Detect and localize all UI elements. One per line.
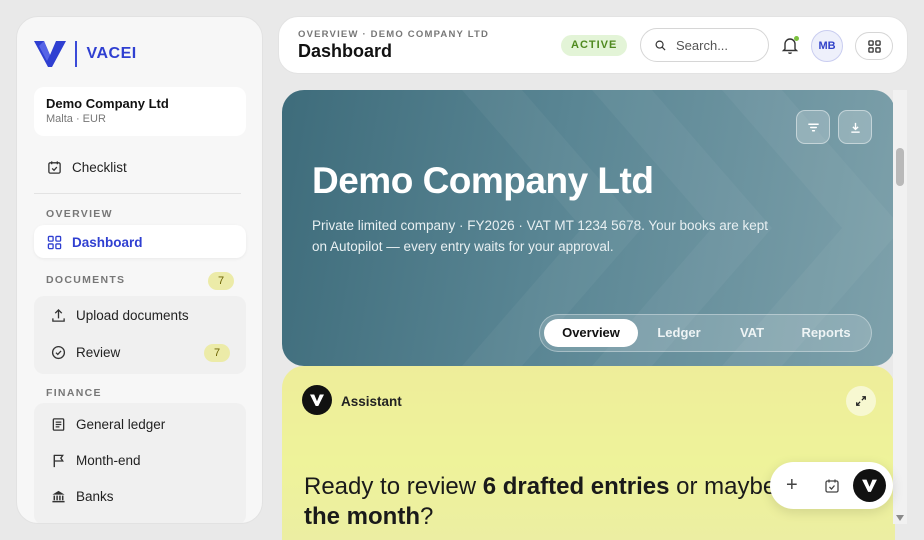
tab-reports[interactable]: Reports <box>790 319 862 347</box>
sidebar-item-label: Review <box>76 344 121 360</box>
sidebar-item-label: Banks <box>76 488 114 504</box>
download-icon <box>850 122 860 133</box>
ledger-icon <box>50 416 66 432</box>
sidebar-item-review[interactable]: Review <box>50 344 120 360</box>
company-meta: Malta · EUR <box>46 113 106 125</box>
expand-icon <box>856 396 866 406</box>
check-circle-icon <box>50 344 66 360</box>
message-text: ? <box>419 503 434 530</box>
download-button[interactable] <box>838 110 872 144</box>
sidebar-item-upload-documents[interactable]: Upload documents <box>50 307 189 323</box>
search-box[interactable] <box>640 28 769 62</box>
apps-menu-button[interactable] <box>855 32 893 60</box>
brand-name: VACEI <box>86 45 137 62</box>
sidebar-item-label: Checklist <box>72 159 127 175</box>
top-header: OVERVIEW · DEMO COMPANY LTD Dashboard AC… <box>278 16 908 74</box>
section-label-documents: DOCUMENTS <box>46 274 126 286</box>
checklist-icon <box>46 159 62 175</box>
search-icon <box>655 40 666 51</box>
logo-separator <box>75 41 77 67</box>
flag-icon <box>50 452 66 468</box>
vacei-logo-icon <box>862 479 877 492</box>
search-input[interactable] <box>676 37 756 53</box>
vacei-logo-icon <box>310 394 324 406</box>
grid-icon <box>46 234 62 250</box>
page-title: Dashboard <box>298 41 393 61</box>
sidebar-item-label: General ledger <box>76 416 166 432</box>
assistant-label: Assistant <box>341 394 402 409</box>
documents-count-badge: 7 <box>208 272 234 290</box>
filter-icon <box>807 123 819 131</box>
sidebar-item-label: Upload documents <box>76 307 189 323</box>
company-name: Demo Company Ltd <box>46 96 169 111</box>
notification-dot <box>794 36 799 41</box>
upload-icon <box>50 307 66 323</box>
section-label-finance: FINANCE <box>46 387 102 399</box>
company-hero-card: Demo Company Ltd Private limited company… <box>282 90 895 366</box>
sidebar-item-label: Month-end <box>76 452 141 468</box>
sidebar-item-banks[interactable]: Banks <box>50 488 114 504</box>
assistant-avatar <box>302 385 332 415</box>
notifications-button[interactable] <box>781 35 799 55</box>
tab-overview[interactable]: Overview <box>544 319 638 347</box>
message-highlight: 6 drafted entries <box>482 473 670 500</box>
calendar-icon[interactable] <box>824 478 840 494</box>
floating-actions: + <box>770 462 893 509</box>
sidebar-divider <box>34 193 241 194</box>
sidebar-item-month-end[interactable]: Month-end <box>50 452 141 468</box>
hero-tabs: Overview Ledger VAT Reports <box>539 314 872 352</box>
tab-ledger[interactable]: Ledger <box>643 319 715 347</box>
message-highlight: the month <box>304 503 420 530</box>
expand-button[interactable] <box>846 386 876 416</box>
status-badge: ACTIVE <box>561 35 628 56</box>
hero-title: Demo Company Ltd <box>312 160 654 201</box>
company-switcher[interactable]: Demo Company Ltd Malta · EUR <box>34 87 246 136</box>
assistant-launcher-button[interactable] <box>853 469 886 502</box>
tab-vat[interactable]: VAT <box>722 319 782 347</box>
breadcrumb: OVERVIEW · DEMO COMPANY LTD <box>298 29 490 40</box>
add-icon[interactable]: + <box>786 474 798 496</box>
assistant-message: Ready to review 6 drafted entries or may… <box>304 472 784 532</box>
scroll-down-arrow[interactable] <box>896 515 904 521</box>
main-scrollbar[interactable] <box>893 90 907 524</box>
message-text: Ready to review <box>304 473 483 500</box>
grid-icon <box>867 39 881 53</box>
brand-logo[interactable]: VACEI <box>33 37 137 71</box>
hero-description: Private limited company · FY2026 · VAT M… <box>312 218 768 254</box>
sidebar-item-label: Dashboard <box>72 234 143 250</box>
sidebar: VACEI Demo Company Ltd Malta · EUR Check… <box>16 16 263 524</box>
sidebar-item-checklist[interactable]: Checklist <box>46 159 127 175</box>
filter-button[interactable] <box>796 110 830 144</box>
sidebar-item-general-ledger[interactable]: General ledger <box>50 416 165 432</box>
section-label-overview: OVERVIEW <box>46 208 113 220</box>
vacei-logo-icon <box>34 41 66 67</box>
scrollbar-thumb[interactable] <box>896 148 904 186</box>
message-text: or maybe <box>669 473 777 500</box>
assistant-panel: Assistant Ready to review 6 drafted entr… <box>282 366 895 540</box>
user-avatar[interactable]: MB <box>811 30 843 62</box>
bank-icon <box>50 488 66 504</box>
sidebar-item-dashboard-content[interactable]: Dashboard <box>46 234 143 250</box>
review-count-badge: 7 <box>204 344 230 362</box>
